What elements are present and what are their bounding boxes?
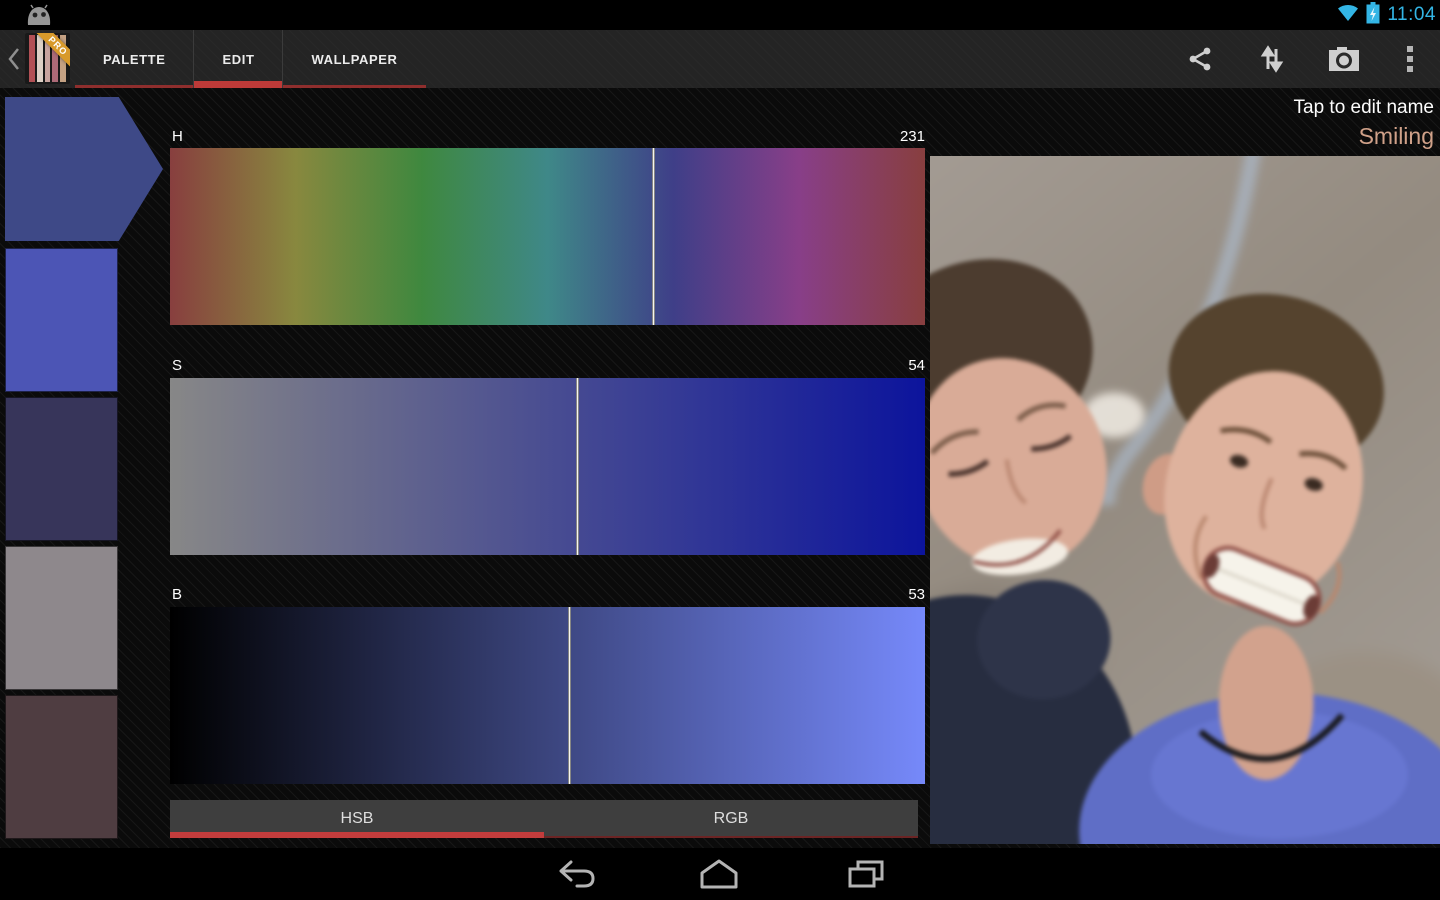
battery-charging-icon [1366, 2, 1380, 29]
status-bar: 11:04 [0, 0, 1440, 30]
palette-swatch[interactable] [5, 248, 118, 392]
app-icon-stripe [37, 35, 43, 82]
overflow-menu-icon [1406, 45, 1414, 73]
camera-icon [1328, 46, 1360, 72]
tablet-screen: 11:04 PRO PALETTE EDIT WALLPAPER [0, 0, 1440, 900]
hue-slider[interactable] [170, 148, 925, 325]
clock: 11:04 [1387, 4, 1436, 26]
back-button[interactable] [537, 848, 617, 900]
action-bar-actions [1164, 30, 1440, 88]
wifi-icon [1337, 3, 1359, 28]
palette-name[interactable]: Smiling [1359, 123, 1434, 150]
import-export-button[interactable] [1236, 30, 1308, 88]
saturation-slider-value: 54 [908, 357, 925, 374]
recents-button[interactable] [826, 848, 906, 900]
brightness-slider-label: B [172, 586, 182, 603]
hue-slider-cursor[interactable] [652, 148, 655, 325]
brightness-slider-cursor[interactable] [568, 607, 571, 784]
tab-palette-label: PALETTE [103, 52, 165, 67]
saturation-slider-labels: S 54 [170, 357, 925, 377]
palette-swatch[interactable] [5, 695, 118, 839]
brightness-slider[interactable] [170, 607, 925, 784]
mode-option-rgb[interactable]: RGB [544, 800, 918, 838]
recents-icon [847, 860, 885, 888]
tab-wallpaper-label: WALLPAPER [311, 52, 397, 67]
overflow-menu-button[interactable] [1380, 30, 1440, 88]
camera-button[interactable] [1308, 30, 1380, 88]
photo-preview[interactable] [930, 156, 1440, 844]
tab-edit[interactable]: EDIT [193, 30, 282, 88]
app-icon[interactable]: PRO [25, 33, 70, 84]
app-icon-stripe [29, 35, 35, 82]
share-icon [1187, 46, 1213, 72]
mode-option-rgb-label: RGB [714, 810, 749, 828]
palette-swatch[interactable] [5, 397, 118, 541]
home-button[interactable] [679, 848, 759, 900]
color-mode-toggle: HSB RGB [170, 800, 918, 838]
hue-slider-label: H [172, 128, 183, 145]
system-nav-bar [0, 848, 1440, 900]
up-navigation-chevron-icon[interactable] [7, 47, 20, 76]
home-icon [699, 859, 739, 889]
photo-two-smiling-men [930, 156, 1440, 844]
palette-swatch[interactable] [5, 546, 118, 690]
tab-palette[interactable]: PALETTE [75, 30, 193, 88]
saturation-slider[interactable] [170, 378, 925, 555]
tab-edit-label: EDIT [222, 52, 254, 67]
saturation-slider-cursor[interactable] [576, 378, 579, 555]
mode-option-hsb[interactable]: HSB [170, 800, 544, 838]
import-export-icon [1259, 45, 1285, 73]
saturation-slider-label: S [172, 357, 182, 374]
edit-name-hint[interactable]: Tap to edit name [1294, 97, 1434, 119]
hue-slider-value: 231 [900, 128, 925, 145]
share-button[interactable] [1164, 30, 1236, 88]
action-bar: PRO PALETTE EDIT WALLPAPER [0, 30, 1440, 88]
android-robot-icon [24, 4, 54, 32]
back-icon [558, 860, 596, 888]
brightness-slider-labels: B 53 [170, 586, 925, 606]
tab-wallpaper[interactable]: WALLPAPER [282, 30, 425, 88]
hue-slider-labels: H 231 [170, 128, 925, 148]
tab-bar: PALETTE EDIT WALLPAPER [75, 30, 426, 88]
brightness-slider-value: 53 [908, 586, 925, 603]
mode-option-hsb-label: HSB [341, 810, 374, 828]
